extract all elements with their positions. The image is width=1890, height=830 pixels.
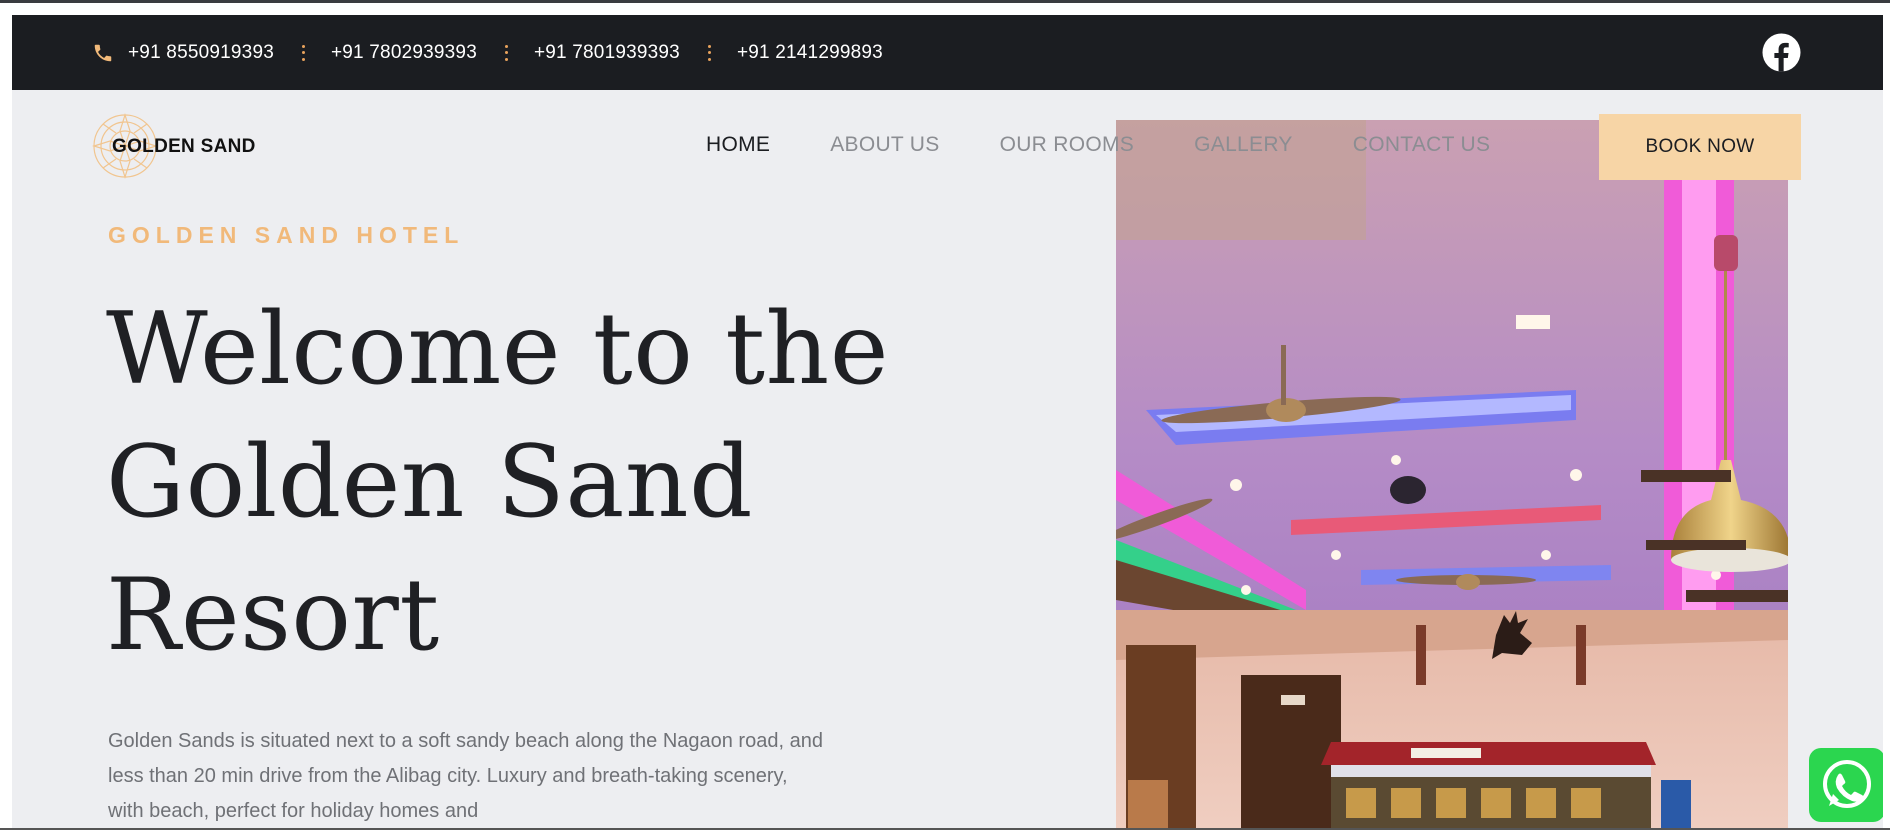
separator-dots <box>707 44 711 61</box>
headline-line-1: Welcome to the <box>106 292 889 407</box>
nav-home[interactable]: HOME <box>706 133 770 157</box>
top-rule <box>0 0 1890 3</box>
page-frame: +91 8550919393 +91 7802939393 +91 780193… <box>12 15 1883 828</box>
facebook-icon[interactable] <box>1762 33 1801 72</box>
nav-about-us[interactable]: ABOUT US <box>830 133 939 157</box>
main-nav: HOME ABOUT US OUR ROOMS GALLERY CONTACT … <box>706 133 1550 157</box>
restaurant-interior-photo <box>1116 120 1788 828</box>
headline-line-3: Resort <box>106 558 440 673</box>
phone-number-2[interactable]: +91 7802939393 <box>331 42 477 64</box>
brand-name: GOLDEN SAND <box>112 136 256 157</box>
hero-headline: Welcome to the Golden Sand Resort <box>106 283 1006 682</box>
separator-dots <box>504 44 508 61</box>
nav-contact-us[interactable]: CONTACT US <box>1353 133 1491 157</box>
nav-our-rooms[interactable]: OUR ROOMS <box>1000 133 1135 157</box>
phone-list: +91 8550919393 +91 7802939393 +91 780193… <box>92 15 883 90</box>
hero-description: Golden Sands is situated next to a soft … <box>108 730 823 822</box>
contact-bar: +91 8550919393 +91 7802939393 +91 780193… <box>12 15 1883 90</box>
hero-photo <box>1116 120 1788 828</box>
separator-dots <box>301 44 305 61</box>
phone-number-4[interactable]: +91 2141299893 <box>737 42 883 64</box>
phone-icon <box>94 44 112 61</box>
phone-number-3[interactable]: +91 7801939393 <box>534 42 680 64</box>
whatsapp-icon[interactable] <box>1809 748 1883 822</box>
phone-number-1[interactable]: +91 8550919393 <box>128 42 274 64</box>
brand-logo[interactable]: GOLDEN SAND <box>92 113 312 183</box>
book-now-button[interactable]: BOOK NOW <box>1599 114 1801 180</box>
hero-eyebrow: GOLDEN SAND HOTEL <box>108 222 465 248</box>
nav-gallery[interactable]: GALLERY <box>1194 133 1293 157</box>
headline-line-2: Golden Sand <box>106 425 754 540</box>
